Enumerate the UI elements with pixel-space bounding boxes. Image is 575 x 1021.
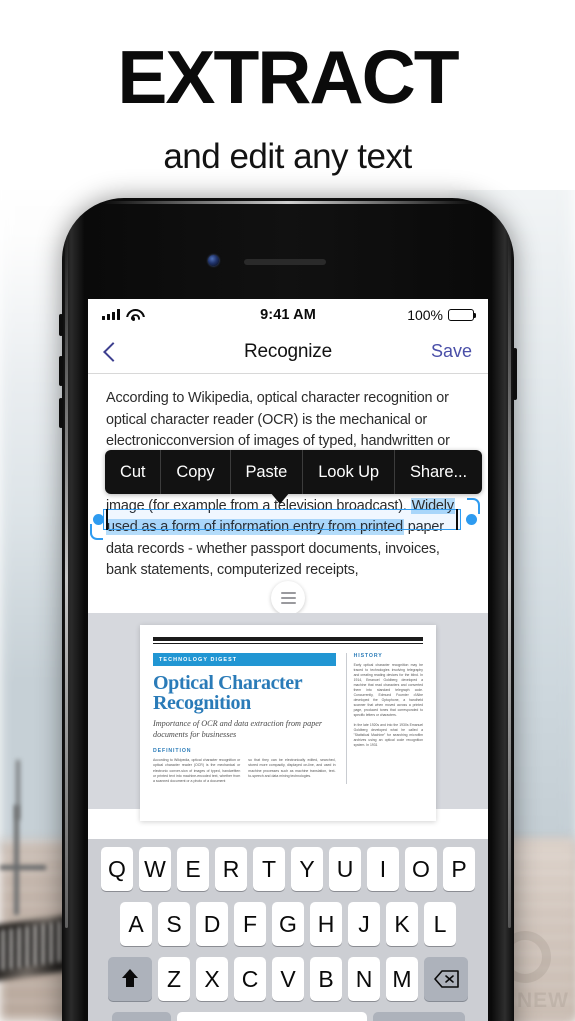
keyboard-row-1: Q W E R T Y U I O P — [91, 847, 485, 891]
key-c[interactable]: C — [234, 957, 266, 1001]
volume-up-button[interactable] — [59, 356, 63, 386]
phone-screen: 9:41 AM 100% Recognize Save According to… — [88, 299, 488, 1021]
key-i[interactable]: I — [367, 847, 399, 891]
keyboard-row-3: Z X C V B N M — [91, 957, 485, 1001]
phone-mockup: 9:41 AM 100% Recognize Save According to… — [59, 198, 517, 1021]
document-definition-columns: According to Wikipedia, optical characte… — [153, 758, 336, 784]
keyboard-row-4: 123 space return — [91, 1012, 485, 1021]
drag-handle-icon[interactable] — [271, 581, 305, 615]
status-bar-right: 100% — [407, 306, 477, 323]
volume-down-button[interactable] — [59, 398, 63, 428]
promo-header: EXTRACT and edit any text — [0, 0, 575, 177]
on-screen-keyboard[interactable]: Q W E R T Y U I O P A S D F G H J K L Z … — [88, 839, 488, 1021]
key-m[interactable]: M — [386, 957, 418, 1001]
promo-headline: EXTRACT — [117, 35, 459, 119]
document-side-column: HISTORY Early optical character recognit… — [345, 653, 423, 785]
key-r[interactable]: R — [215, 847, 247, 891]
pane-divider — [88, 581, 488, 615]
document-fade-overlay — [140, 795, 436, 821]
document-columns: TECHNOLOGY DIGEST Optical Character Reco… — [153, 653, 423, 785]
document-subtitle: Importance of OCR and data extraction fr… — [153, 719, 323, 739]
context-menu-item-paste[interactable]: Paste — [229, 450, 303, 494]
page-title: Recognize — [244, 340, 332, 362]
return-key[interactable]: return — [372, 1012, 465, 1021]
context-menu-arrow — [270, 492, 290, 504]
document-rule-top — [153, 637, 423, 641]
key-q[interactable]: Q — [101, 847, 133, 891]
key-a[interactable]: A — [120, 902, 152, 946]
context-menu-item-share[interactable]: Share... — [393, 450, 482, 494]
key-z[interactable]: Z — [158, 957, 190, 1001]
front-camera-icon — [208, 255, 219, 266]
status-bar: 9:41 AM 100% — [88, 299, 488, 330]
key-w[interactable]: W — [139, 847, 171, 891]
numbers-key[interactable]: 123 — [111, 1012, 171, 1021]
power-button[interactable] — [513, 348, 517, 400]
battery-percent-label: 100% — [407, 306, 443, 323]
promo-subheadline: and edit any text — [163, 137, 412, 176]
selection-caret-end — [456, 509, 458, 530]
key-b[interactable]: B — [310, 957, 342, 1001]
selection-handle-start[interactable] — [93, 514, 104, 525]
key-g[interactable]: G — [272, 902, 304, 946]
phone-edge-highlight-top — [102, 201, 474, 204]
backspace-key[interactable] — [424, 957, 468, 1001]
key-h[interactable]: H — [310, 902, 342, 946]
key-k[interactable]: K — [386, 902, 418, 946]
document-main-column: TECHNOLOGY DIGEST Optical Character Reco… — [153, 653, 336, 784]
document-section-history-heading: HISTORY — [353, 653, 383, 660]
text-context-menu[interactable]: Cut Copy Paste Look Up Share... — [105, 450, 482, 494]
key-x[interactable]: X — [196, 957, 228, 1001]
document-definition-left: According to Wikipedia, optical characte… — [153, 758, 241, 783]
navigation-bar: Recognize Save — [88, 330, 488, 374]
background-crossbar — [0, 865, 46, 870]
key-e[interactable]: E — [177, 847, 209, 891]
document-section-definition-heading: DEFINITION — [153, 748, 192, 755]
key-o[interactable]: O — [405, 847, 437, 891]
shift-icon — [120, 969, 140, 989]
key-p[interactable]: P — [443, 847, 475, 891]
space-key[interactable]: space — [176, 1012, 367, 1021]
backspace-icon — [433, 970, 459, 988]
key-y[interactable]: Y — [291, 847, 323, 891]
key-j[interactable]: J — [348, 902, 380, 946]
shift-key[interactable] — [108, 957, 152, 1001]
mute-switch[interactable] — [59, 314, 63, 336]
document-page[interactable]: TECHNOLOGY DIGEST Optical Character Reco… — [140, 625, 436, 821]
document-preview-region[interactable]: TECHNOLOGY DIGEST Optical Character Reco… — [88, 613, 488, 821]
key-n[interactable]: N — [348, 957, 380, 1001]
context-menu-item-copy[interactable]: Copy — [160, 450, 229, 494]
document-kicker: TECHNOLOGY DIGEST — [153, 653, 336, 667]
selection-handle-end[interactable] — [466, 514, 477, 525]
key-u[interactable]: U — [329, 847, 361, 891]
document-history-paragraph-1: Early optical character recognition may … — [353, 663, 423, 718]
background-pole — [14, 805, 19, 915]
recognized-text-pane[interactable]: According to Wikipedia, optical characte… — [88, 374, 488, 591]
battery-full-icon — [448, 308, 477, 321]
save-button[interactable]: Save — [431, 341, 472, 362]
context-menu-item-look-up[interactable]: Look Up — [302, 450, 394, 494]
key-t[interactable]: T — [253, 847, 285, 891]
key-v[interactable]: V — [272, 957, 304, 1001]
context-menu-item-cut[interactable]: Cut — [105, 450, 160, 494]
earpiece-speaker-icon — [244, 259, 326, 265]
document-history-paragraph-2: In the late 1920s and into the 1930s Ema… — [353, 723, 423, 748]
document-title: Optical Character Recognition — [153, 672, 302, 715]
selection-handle-hook-bottom — [90, 524, 103, 540]
keyboard-row-2: A S D F G H J K L — [91, 902, 485, 946]
selection-caret-start — [106, 509, 108, 530]
key-f[interactable]: F — [234, 902, 266, 946]
phone-edge-highlight-left — [65, 228, 68, 928]
phone-edge-highlight-right — [508, 228, 511, 928]
document-definition-right: so that they can be electronically edite… — [248, 758, 336, 778]
key-l[interactable]: L — [424, 902, 456, 946]
key-s[interactable]: S — [158, 902, 190, 946]
document-rule-thin — [153, 643, 423, 645]
selection-handle-hook-top — [467, 498, 480, 514]
key-d[interactable]: D — [196, 902, 228, 946]
document-history-text: Early optical character recognition may … — [354, 663, 423, 748]
